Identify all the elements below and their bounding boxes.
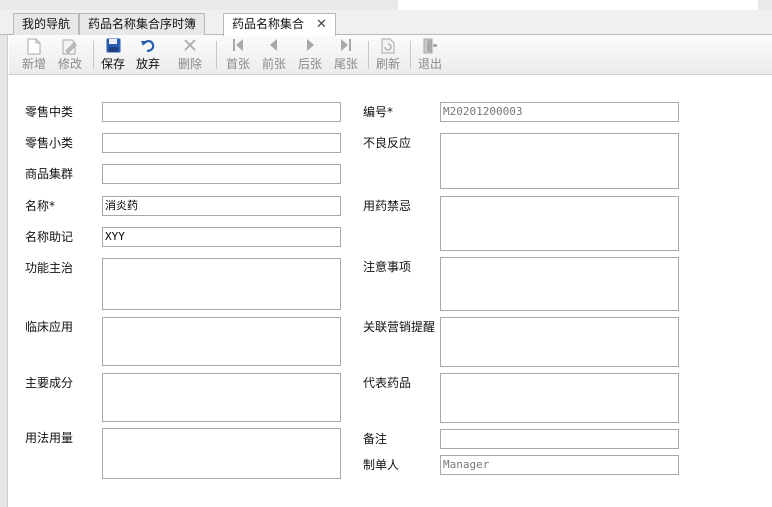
- remarks-label: 备注: [363, 432, 388, 446]
- representative-drug-field[interactable]: [440, 373, 679, 423]
- last-button[interactable]: 尾张: [328, 37, 364, 73]
- clinical-application-label: 临床应用: [25, 320, 74, 334]
- new-doc-icon: [16, 38, 52, 56]
- undo-icon: [130, 38, 166, 56]
- retail-mid-category-field[interactable]: [102, 102, 341, 122]
- retail-sub-category-label: 零售小类: [25, 136, 74, 150]
- product-cluster-label: 商品集群: [25, 167, 74, 181]
- prev-button-label: 前张: [261, 57, 286, 71]
- background-window-strip: [0, 0, 772, 10]
- indications-label: 功能主治: [25, 261, 74, 275]
- new-button[interactable]: 新增: [16, 37, 52, 73]
- prev-icon: [256, 38, 292, 56]
- code-label: 编号*: [363, 105, 394, 119]
- save-button-label: 保存: [100, 57, 125, 71]
- tab-drug-name-set[interactable]: 药品名称集合 ✕: [223, 13, 336, 36]
- creator-label: 制单人: [363, 458, 400, 472]
- tab-label: 药品名称集合序时簿: [88, 17, 197, 31]
- discard-button[interactable]: 放弃: [130, 37, 166, 73]
- delete-button-label: 删除: [177, 57, 202, 71]
- new-button-label: 新增: [21, 57, 46, 71]
- related-marketing-reminder-label: 关联营销提醒: [363, 320, 436, 334]
- indications-field[interactable]: [102, 258, 341, 310]
- last-button-label: 尾张: [333, 57, 358, 71]
- product-cluster-field[interactable]: [102, 164, 341, 184]
- main-ingredients-field[interactable]: [102, 373, 341, 422]
- contraindications-field[interactable]: [440, 196, 679, 251]
- main-ingredients-label: 主要成分: [25, 376, 74, 390]
- prev-button[interactable]: 前张: [256, 37, 292, 73]
- tab-label: 药品名称集合: [232, 17, 305, 31]
- retail-mid-category-label: 零售中类: [25, 105, 74, 119]
- edit-button-label: 修改: [57, 57, 82, 71]
- creator-field[interactable]: Manager: [440, 455, 679, 475]
- adverse-reactions-field[interactable]: [440, 133, 679, 189]
- dosage-label: 用法用量: [25, 431, 74, 445]
- first-button[interactable]: 首张: [220, 37, 256, 73]
- name-label: 名称*: [25, 199, 56, 213]
- precautions-label: 注意事项: [363, 260, 412, 274]
- related-marketing-reminder-field[interactable]: [440, 317, 679, 367]
- first-icon: [220, 38, 256, 56]
- exit-icon: [412, 38, 448, 56]
- name-mnemonic-label: 名称助记: [25, 230, 74, 244]
- retail-sub-category-field[interactable]: [102, 133, 341, 153]
- first-button-label: 首张: [225, 57, 250, 71]
- edit-button[interactable]: 修改: [52, 37, 88, 73]
- tab-bar: 我的导航 药品名称集合序时簿 药品名称集合 ✕: [0, 10, 772, 36]
- next-icon: [292, 38, 328, 56]
- toolbar: 新增 修改 保存 放弃 删除 首张 前张 后张 尾张 刷新 退出: [9, 35, 772, 75]
- next-button[interactable]: 后张: [292, 37, 328, 73]
- representative-drug-label: 代表药品: [363, 376, 412, 390]
- close-icon[interactable]: ✕: [316, 17, 327, 32]
- code-field[interactable]: M20201200003: [440, 102, 679, 122]
- adverse-reactions-label: 不良反应: [363, 136, 412, 150]
- exit-button-label: 退出: [417, 57, 442, 71]
- next-button-label: 后张: [297, 57, 322, 71]
- contraindications-label: 用药禁忌: [363, 199, 412, 213]
- remarks-field[interactable]: [440, 429, 679, 449]
- toolbar-separator: [216, 41, 217, 69]
- tab-drug-name-set-list[interactable]: 药品名称集合序时簿: [79, 13, 206, 35]
- edit-icon: [52, 38, 88, 56]
- refresh-button-label: 刷新: [375, 57, 400, 71]
- discard-button-label: 放弃: [135, 57, 160, 71]
- background-window-block: [398, 0, 758, 10]
- toolbar-separator: [368, 41, 369, 69]
- save-icon: [95, 38, 131, 56]
- dosage-field[interactable]: [102, 428, 341, 479]
- toolbar-separator: [93, 41, 94, 69]
- tab-my-navigation[interactable]: 我的导航: [13, 13, 80, 35]
- save-button[interactable]: 保存: [95, 37, 131, 73]
- refresh-button[interactable]: 刷新: [370, 37, 406, 73]
- name-mnemonic-field[interactable]: XYY: [102, 227, 341, 247]
- delete-button[interactable]: 删除: [172, 37, 208, 73]
- toolbar-separator: [410, 41, 411, 69]
- refresh-icon: [370, 38, 406, 56]
- tab-label: 我的导航: [22, 17, 71, 31]
- precautions-field[interactable]: [440, 257, 679, 311]
- exit-button[interactable]: 退出: [412, 37, 448, 73]
- delete-icon: [172, 38, 208, 56]
- name-field[interactable]: 消炎药: [102, 196, 341, 216]
- clinical-application-field[interactable]: [102, 317, 341, 366]
- left-edge-panel: [0, 35, 8, 507]
- last-icon: [328, 38, 364, 56]
